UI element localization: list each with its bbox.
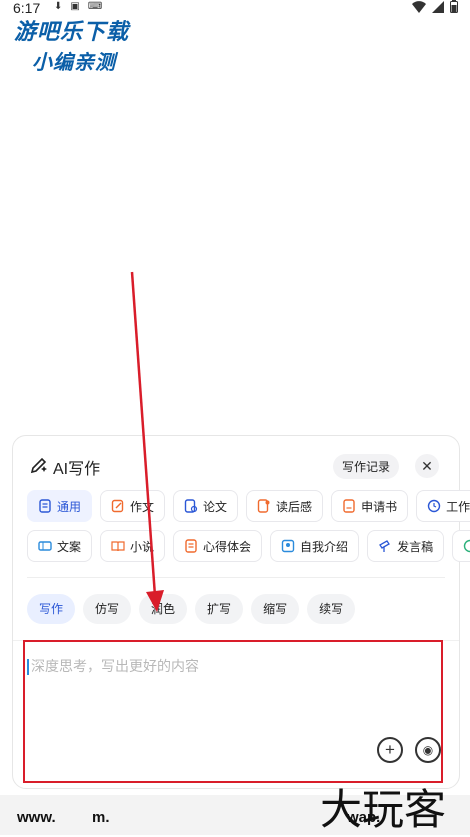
watermark-m: m. bbox=[92, 809, 110, 826]
chip-label: 申请书 bbox=[361, 499, 398, 514]
chip-application[interactable]: 申请书 bbox=[331, 490, 409, 522]
wifi-icon bbox=[412, 0, 426, 13]
download-icon: ⬇ bbox=[54, 1, 63, 12]
microphone-stand-icon bbox=[379, 540, 390, 552]
edit-note-icon bbox=[111, 499, 124, 513]
chip-copywriting[interactable]: 文案 bbox=[27, 530, 93, 562]
close-icon: ✕ bbox=[421, 458, 433, 474]
chip-label: 发言稿 bbox=[397, 539, 434, 554]
category-row-2: 文案 小说 心得体会 自我介绍 发言稿 bbox=[27, 530, 470, 562]
keyboard-icon: ⌨ bbox=[87, 1, 103, 12]
chip-reflection[interactable]: 心得体会 bbox=[173, 530, 263, 562]
tab-expand[interactable]: 扩写 bbox=[195, 594, 244, 624]
chip-label: 自我介绍 bbox=[300, 539, 349, 554]
chip-more[interactable] bbox=[452, 530, 470, 562]
tab-condense[interactable]: 缩写 bbox=[251, 594, 300, 624]
close-button[interactable]: ✕ bbox=[415, 454, 439, 478]
open-book-icon bbox=[111, 541, 125, 552]
chip-novel[interactable]: 小说 bbox=[100, 530, 166, 562]
book-heart-icon bbox=[257, 499, 270, 513]
document-icon bbox=[39, 499, 51, 513]
panel-header: AI写作 写作记录 ✕ bbox=[29, 452, 447, 480]
chip-label: 文案 bbox=[57, 539, 82, 554]
chip-speech[interactable]: 发言稿 bbox=[367, 530, 445, 562]
chip-label: 读后感 bbox=[276, 499, 313, 514]
tab-polish[interactable]: 润色 bbox=[139, 594, 188, 624]
watermark-site-logo: 大玩客 bbox=[320, 785, 447, 834]
watermark-logo: 游吧乐下载 小编亲测 bbox=[14, 14, 144, 75]
chip-label: 作文 bbox=[130, 499, 155, 514]
pen-sparkle-icon bbox=[30, 457, 47, 474]
ticket-icon bbox=[38, 541, 52, 551]
paper-search-icon bbox=[184, 499, 198, 513]
chip-label: 论文 bbox=[203, 499, 228, 514]
annotation-highlight-box bbox=[23, 640, 443, 783]
chip-book-review[interactable]: 读后感 bbox=[246, 490, 324, 522]
tab-imitate[interactable]: 仿写 bbox=[83, 594, 132, 624]
list-doc-icon bbox=[185, 539, 197, 553]
watermark-line1: 游吧乐下载 bbox=[14, 19, 130, 44]
more-category-icon bbox=[463, 539, 470, 553]
watermark-www: www. bbox=[17, 809, 56, 826]
signal-icon bbox=[432, 0, 444, 13]
chip-label: 工作 bbox=[446, 499, 470, 514]
chip-label: 小说 bbox=[130, 539, 155, 554]
status-system-icons bbox=[412, 0, 458, 13]
profile-card-icon bbox=[281, 539, 295, 553]
chip-essay[interactable]: 作文 bbox=[100, 490, 166, 522]
status-notification-icons: ⬇ ▣ ⌨ bbox=[54, 1, 102, 12]
panel-title: AI写作 bbox=[53, 461, 101, 478]
tab-write[interactable]: 写作 bbox=[27, 594, 76, 624]
writing-history-button[interactable]: 写作记录 bbox=[332, 454, 399, 479]
chip-label: 通用 bbox=[57, 499, 82, 514]
battery-icon bbox=[450, 0, 458, 13]
mode-tabs: 写作 仿写 润色 扩写 缩写 续写 bbox=[27, 594, 356, 624]
watermark-line2: 小编亲测 bbox=[32, 52, 116, 74]
category-row-1: 通用 作文 论文 读后感 申请书 工作 bbox=[27, 490, 470, 522]
chip-self-intro[interactable]: 自我介绍 bbox=[270, 530, 360, 562]
application-doc-icon bbox=[343, 499, 355, 513]
chip-label: 心得体会 bbox=[203, 539, 252, 554]
chip-general[interactable]: 通用 bbox=[27, 490, 93, 522]
tab-continue[interactable]: 续写 bbox=[307, 594, 356, 624]
chip-thesis[interactable]: 论文 bbox=[173, 490, 239, 522]
clock-icon bbox=[427, 499, 441, 513]
app-icon: ▣ bbox=[70, 1, 80, 12]
divider bbox=[27, 577, 445, 578]
chip-work[interactable]: 工作 bbox=[416, 490, 470, 522]
